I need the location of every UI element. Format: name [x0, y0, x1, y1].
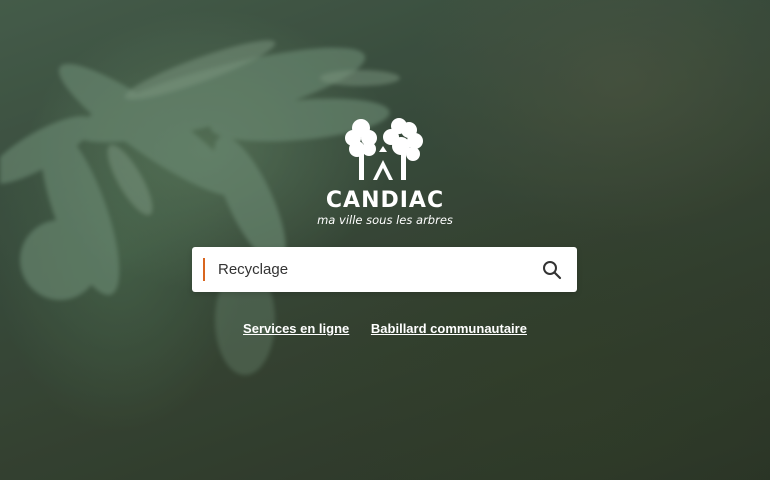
search-input[interactable]	[218, 247, 518, 292]
trees-logo-icon	[345, 118, 423, 180]
brand-tagline: ma ville sous les arbres	[317, 213, 453, 227]
hero-section: CANDIAC ma ville sous les arbres Service…	[0, 0, 770, 480]
search-bar	[192, 247, 577, 292]
brand-name: CANDIAC	[325, 188, 445, 213]
link-babillard-communautaire[interactable]: Babillard communautaire	[371, 321, 527, 336]
quick-links: Services en ligne Babillard communautair…	[0, 321, 770, 336]
candiac-logo[interactable]: CANDIAC ma ville sous les arbres	[300, 116, 470, 227]
background-overlay	[0, 0, 770, 480]
search-button[interactable]	[541, 259, 563, 281]
link-services-en-ligne[interactable]: Services en ligne	[243, 321, 349, 336]
search-accent-bar	[203, 258, 205, 281]
search-icon	[543, 261, 562, 280]
